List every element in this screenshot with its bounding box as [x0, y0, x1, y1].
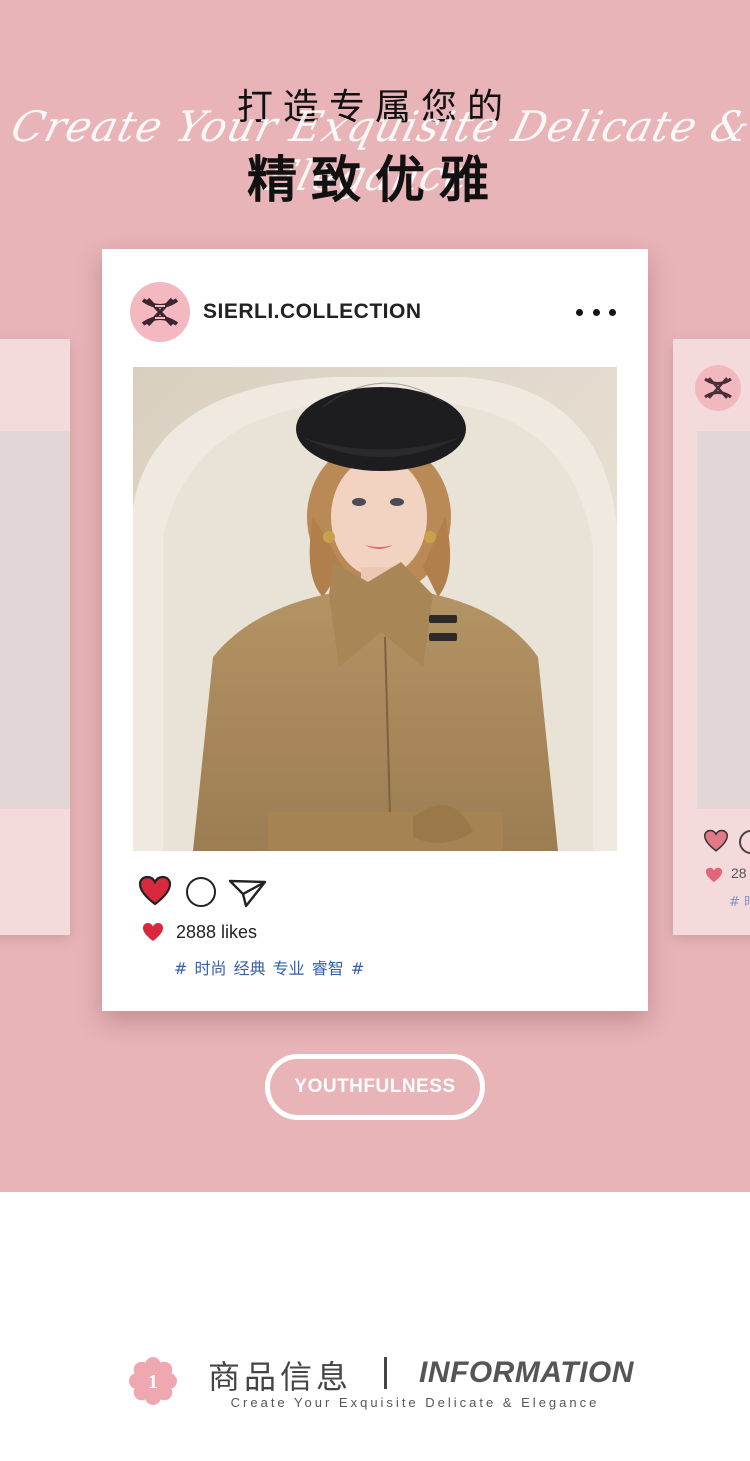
side-post-card-right[interactable]: 28 # 时 [673, 339, 750, 935]
side-hashtags: # 时 [729, 895, 750, 910]
heart-icon [143, 923, 163, 941]
hero-section: 打造专属您的 Create Your Exquisite Delicate & … [0, 0, 750, 1192]
side-likes-count: 28 [731, 865, 747, 881]
comment-icon[interactable] [739, 830, 750, 854]
info-title-cn: 商品信息 [208, 1358, 353, 1396]
heart-icon[interactable] [138, 875, 172, 907]
heart-icon[interactable] [703, 829, 729, 853]
youthfulness-button-label: YOUTHFULNESS [294, 1076, 456, 1097]
side-post-card-left[interactable] [0, 339, 70, 935]
post-photo [133, 367, 617, 851]
more-dot [576, 308, 583, 316]
comment-icon[interactable] [186, 877, 216, 907]
more-dot [592, 308, 600, 316]
info-title-en: INFORMATION [419, 1356, 634, 1389]
side-post-photo [0, 431, 70, 809]
send-icon[interactable] [228, 877, 268, 909]
side-post-photo [697, 431, 750, 809]
youthfulness-button[interactable]: YOUTHFULNESS [265, 1054, 485, 1120]
more-dot [609, 308, 616, 316]
brand-name[interactable]: SIERLI.COLLECTION [203, 300, 422, 324]
brand-monogram-icon [695, 365, 741, 411]
post-card: SIERLI.COLLECTION 2888 likes # 时尚 经典 专业 … [102, 249, 648, 1011]
info-subtitle: Create Your Exquisite Delicate & Eleganc… [230, 1395, 600, 1410]
hero-title-line2: 精致优雅 [247, 151, 503, 209]
info-divider [384, 1357, 387, 1389]
section-number: 1 [148, 1371, 158, 1393]
brand-monogram-icon[interactable] [130, 282, 190, 342]
more-dots-icon[interactable] [576, 300, 616, 324]
likes-count[interactable]: 2888 likes [176, 922, 257, 943]
heart-icon [706, 867, 722, 883]
post-hashtags[interactable]: # 时尚 经典 专业 睿智 # [174, 955, 364, 979]
